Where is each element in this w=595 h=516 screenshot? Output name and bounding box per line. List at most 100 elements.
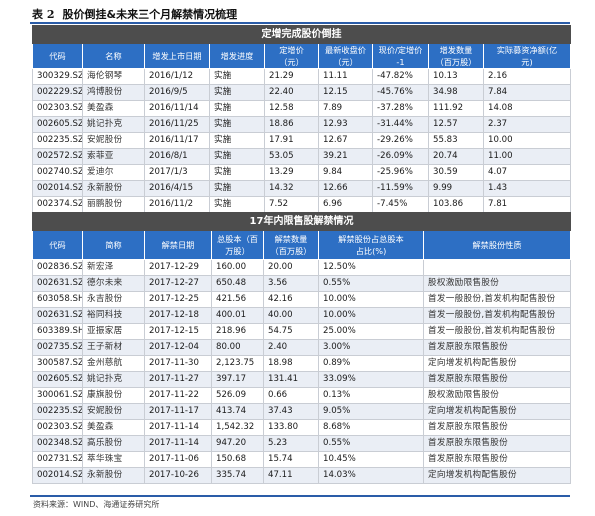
table-cell: 17.91 [264, 132, 319, 149]
table-cell: 实施 [209, 84, 265, 101]
table-cell: 姚记扑克 [82, 371, 145, 388]
unlock-table: 17年内限售股解禁情况 代码 简称 解禁日期 总股本（百 万股） 解禁数量 （百万股） 解禁股份… [31, 212, 572, 484]
table-cell: 4.07 [483, 164, 571, 181]
table-number: 表 2 [32, 8, 55, 21]
table-cell [422, 259, 572, 276]
table-row: 002605.SZ 姚记扑克 2017-11-27 397.17 131.41 33.09… [32, 371, 572, 388]
column-header: 增发数量 （百万股） [428, 43, 484, 69]
table-cell: 12.50% [318, 259, 424, 276]
table-cell: 002303.SZ [32, 419, 83, 436]
table-cell: 首发原股东限售股份 [422, 339, 572, 356]
table-cell: 42.16 [263, 291, 319, 308]
table-cell: 12.66 [318, 180, 373, 197]
table-cell: 首发一般股份,首发机构配售股份 [422, 323, 572, 340]
column-header: 现价/定增价 -1 [372, 43, 429, 69]
table-cell: -47.82% [372, 68, 429, 85]
table-cell: 2017-11-06 [144, 451, 212, 468]
table-cell: 实施 [209, 68, 265, 85]
table-cell: 10.00% [318, 291, 424, 308]
table-cell: 002836.SZ [32, 259, 83, 276]
column-header-line: 占比(%) [355, 246, 387, 256]
table-cell: 21.29 [264, 68, 319, 85]
table-cell: 002014.SZ [32, 180, 83, 197]
table-row: 002303.SZ 美盈森 2016/11/14 实施 12.58 7.89 -37.28%… [32, 100, 571, 117]
table-cell: 002014.SZ [32, 467, 83, 484]
table-cell: 002572.SZ [32, 148, 83, 165]
header-row: 代码 简称 解禁日期 总股本（百 万股） 解禁数量 （百万股） 解禁股份占总股本 占比(%) 解禁… [32, 230, 572, 260]
table-cell: 13.29 [264, 164, 319, 181]
table-cell: -7.45% [372, 196, 429, 213]
table-cell: 德尔未来 [82, 275, 145, 292]
table-cell: 安妮股份 [82, 403, 145, 420]
table-cell: 永新股份 [82, 467, 145, 484]
table-cell: 133.80 [263, 419, 319, 436]
column-header-line: 解禁股份性质 [472, 240, 522, 250]
table-cell: 股权激励限售股份 [422, 387, 572, 404]
table-cell: 002303.SZ [32, 100, 83, 117]
table-cell: 9.99 [428, 180, 484, 197]
table-cell: 10.00 [483, 132, 571, 149]
table-banner: 定增完成股价倒挂 [32, 25, 571, 44]
column-header: 增发进度 [209, 43, 265, 69]
column-header-line: （百万股） [435, 57, 477, 67]
bottom-rule [30, 495, 570, 497]
table-cell: 18.86 [264, 116, 319, 133]
table-cell: 400.01 [211, 307, 264, 324]
table-row: 002014.SZ 永新股份 2017-10-26 335.74 47.11 14.03%… [32, 467, 572, 484]
table-cell: 25.00% [318, 323, 424, 340]
column-header: 解禁数量 （百万股） [263, 230, 319, 260]
table-cell: 2,123.75 [211, 355, 264, 372]
table-cell: 335.74 [211, 467, 264, 484]
table-cell: 150.68 [211, 451, 264, 468]
table-cell: 10.45% [318, 451, 424, 468]
table-cell: 爱迪尔 [82, 164, 145, 181]
table-cell: 2017-12-18 [144, 307, 212, 324]
header-row: 代码 名称 增发上市日期 增发进度 定增价 （元） 最新收盘价 （元） 现价/定增价 -1 增发数量… [32, 43, 571, 69]
table-cell: 2016/1/12 [144, 68, 210, 85]
table-cell: 526.09 [211, 387, 264, 404]
table-cell: 0.13% [318, 387, 424, 404]
table-cell: 40.00 [263, 307, 319, 324]
table-cell: 2017-11-14 [144, 435, 212, 452]
table-cell: 美盈森 [82, 100, 145, 117]
table-cell: 首发一般股份,首发机构配售股份 [422, 291, 572, 308]
table-cell: 80.00 [211, 339, 264, 356]
table-cell: 王子新材 [82, 339, 145, 356]
table-cell: 12.57 [428, 116, 484, 133]
table-cell: 0.89% [318, 355, 424, 372]
table-cell: 首发原股东限售股份 [422, 435, 572, 452]
table-cell: 2016/11/25 [144, 116, 210, 133]
table-row: 002374.SZ 丽鹏股份 2016/11/2 实施 7.52 6.96 -7.45% 10… [32, 196, 571, 213]
table-cell: 18.98 [263, 355, 319, 372]
column-header-line: 增发上市日期 [152, 51, 202, 61]
table-cell: 实施 [209, 180, 265, 197]
table-cell: -26.09% [372, 148, 429, 165]
column-header-line: 解禁日期 [161, 240, 195, 250]
table-cell: 300329.SZ [32, 68, 83, 85]
table-row: 002303.SZ 美盈森 2017-11-14 1,542.32 133.80 8.68… [32, 419, 572, 436]
table-row: 603389.SH 亚振家居 2017-12-15 218.96 54.75 25.00%… [32, 323, 572, 340]
column-header-line: 名称 [105, 51, 122, 61]
table-cell: 002735.SZ [32, 339, 83, 356]
column-header-line: 解禁股份占总股本 [338, 234, 404, 244]
column-header-line: 元) [521, 57, 533, 67]
table-cell: 2017-11-27 [144, 371, 212, 388]
table-row: 002235.SZ 安妮股份 2016/11/17 实施 17.91 12.67 -29.2… [32, 132, 571, 149]
column-header-line: 总股本（百 [217, 234, 258, 244]
table-cell: 2017-12-04 [144, 339, 212, 356]
private-placement-table: 定增完成股价倒挂 代码 名称 增发上市日期 增发进度 定增价 （元） 最新收盘价 （元） 现价/定… [32, 25, 571, 229]
table-cell: 14.03% [318, 467, 424, 484]
table-cell: 002631.SZ [32, 275, 83, 292]
table-cell: 421.56 [211, 291, 264, 308]
table-cell: 姚记扑克 [82, 116, 145, 133]
column-header: 简称 [82, 230, 145, 260]
table-cell: 0.55% [318, 435, 424, 452]
table-row: 002735.SZ 王子新材 2017-12-04 80.00 2.40 3.00% 首发原… [32, 339, 572, 356]
table-cell: 002235.SZ [32, 403, 83, 420]
table-cell: 2.16 [483, 68, 571, 85]
table-cell: 3.56 [263, 275, 319, 292]
column-header: 解禁日期 [144, 230, 212, 260]
column-header-line: 代码 [49, 51, 66, 61]
table-caption: 表 2 股价倒挂&未来三个月解禁情况梳理 [32, 6, 237, 22]
table-cell: 300061.SZ [32, 387, 83, 404]
